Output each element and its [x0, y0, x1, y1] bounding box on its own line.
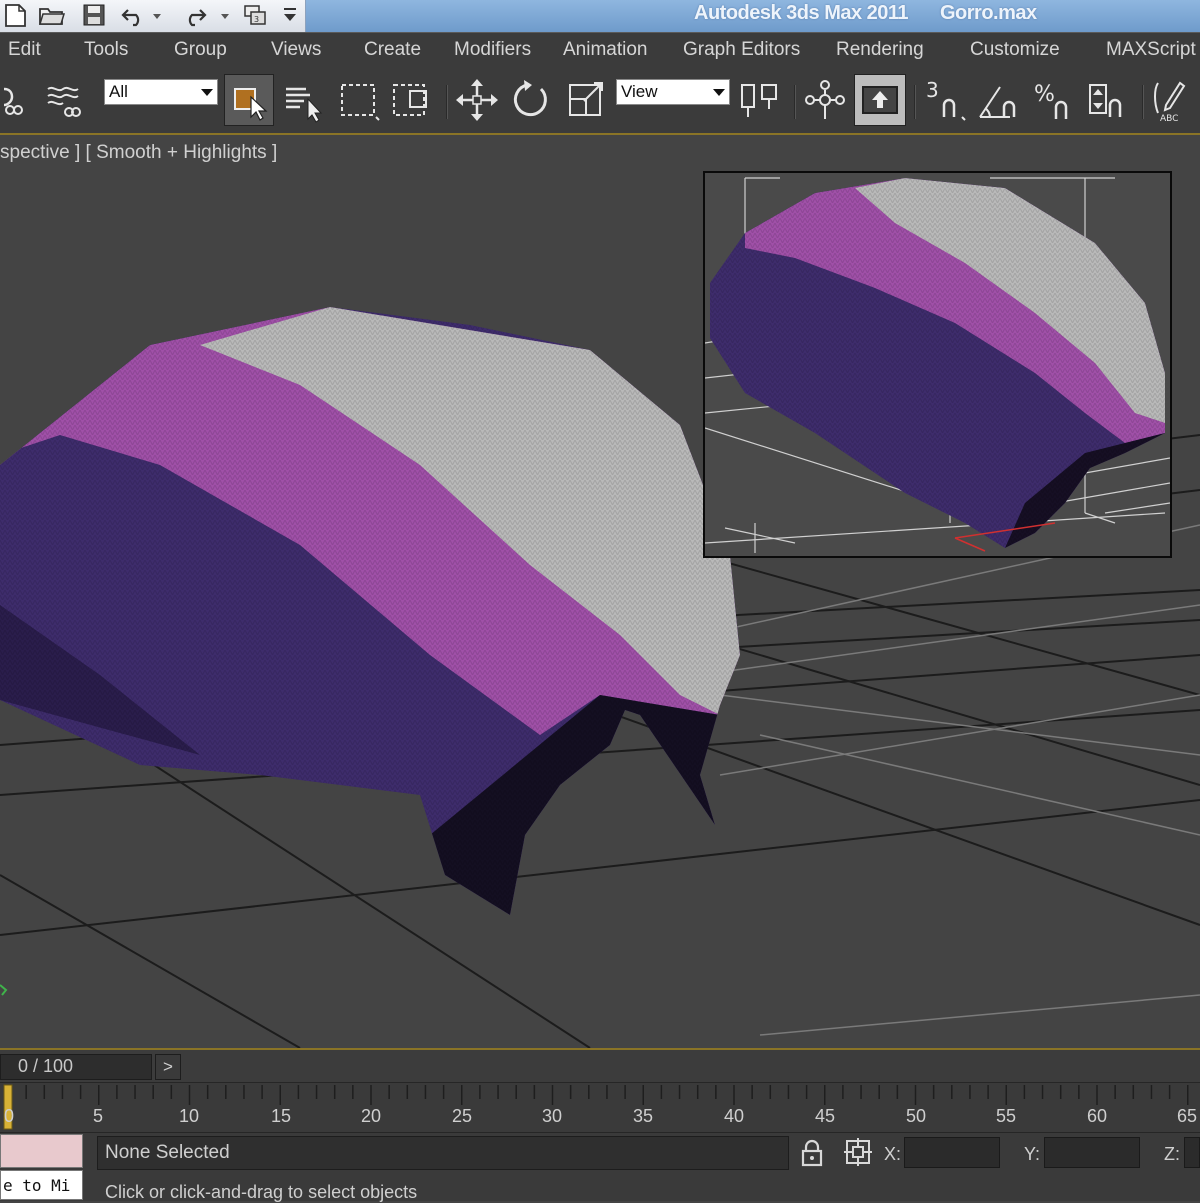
inset-scene	[705, 177, 1170, 553]
keyboard-shortcut-icon	[862, 86, 898, 114]
svg-text:%: %	[1034, 82, 1055, 107]
project-icon[interactable]: 3	[242, 2, 270, 28]
window-crossing-icon[interactable]	[390, 77, 436, 123]
undo-dropdown-icon[interactable]	[150, 2, 164, 28]
title-bar: 3 Autodesk 3ds Max 2011 Gorro.max	[0, 0, 1200, 32]
tick-label: 20	[361, 1106, 382, 1126]
reference-coordinate-dropdown[interactable]: View	[616, 79, 730, 105]
menu-maxscript[interactable]: MAXScript	[1106, 39, 1196, 61]
menu-views[interactable]: Views	[271, 39, 321, 61]
z-coordinate-field[interactable]	[1184, 1137, 1200, 1168]
redo-icon[interactable]	[180, 2, 208, 28]
pivot-icon[interactable]	[738, 77, 784, 123]
quick-access-menu-icon[interactable]	[280, 2, 300, 28]
menu-group[interactable]: Group	[174, 39, 227, 61]
absolute-mode-icon[interactable]	[842, 1136, 874, 1168]
snap-3d-icon[interactable]: 3	[922, 77, 968, 123]
inset-preview-viewport[interactable]	[703, 171, 1172, 558]
redo-dropdown-icon[interactable]	[218, 2, 232, 28]
tick-label: 30	[542, 1106, 563, 1126]
chevron-down-icon	[713, 89, 725, 96]
svg-text:3: 3	[254, 15, 259, 24]
x-coordinate-field[interactable]	[904, 1137, 1000, 1168]
open-icon[interactable]	[38, 2, 66, 28]
tick-label: 40	[724, 1106, 745, 1126]
main-toolbar: All View 3 % ABC	[0, 69, 1200, 135]
tick-label: 25	[452, 1106, 473, 1126]
manipulate-icon[interactable]	[802, 77, 848, 123]
menu-graph-editors[interactable]: Graph Editors	[683, 39, 800, 61]
menu-rendering[interactable]: Rendering	[836, 39, 924, 61]
unlink-icon[interactable]	[42, 77, 88, 123]
tick-label: 10	[179, 1106, 200, 1126]
next-frame-button[interactable]: >	[155, 1054, 181, 1080]
move-icon[interactable]	[454, 77, 500, 123]
reference-coordinate-value: View	[621, 82, 658, 101]
menu-edit[interactable]: Edit	[8, 39, 41, 61]
selection-filter-value: All	[109, 82, 128, 101]
tick-label: 35	[633, 1106, 654, 1126]
new-icon[interactable]	[2, 2, 30, 28]
selection-status-text: None Selected	[105, 1142, 230, 1163]
maxscript-mini-listener[interactable]: e to Mi	[0, 1170, 83, 1200]
toolbar-separator	[446, 85, 448, 119]
menu-modifiers[interactable]: Modifiers	[454, 39, 531, 61]
tick-label: 0	[4, 1106, 15, 1126]
x-coordinate-label: X:	[884, 1144, 902, 1164]
tick-label: 15	[271, 1106, 292, 1126]
snap-3d-label: 3	[926, 78, 939, 102]
z-coordinate-label: Z:	[1164, 1144, 1180, 1164]
tick-label: 55	[996, 1106, 1017, 1126]
named-selection-icon[interactable]: ABC	[1150, 77, 1196, 123]
scale-icon[interactable]	[564, 77, 610, 123]
undo-icon[interactable]	[120, 2, 148, 28]
file-name: Gorro.max	[940, 2, 1037, 24]
menu-tools[interactable]: Tools	[84, 39, 128, 61]
chevron-down-icon	[201, 89, 213, 96]
tick-label: 45	[815, 1106, 836, 1126]
select-by-name-icon[interactable]	[280, 77, 326, 123]
menu-animation[interactable]: Animation	[563, 39, 648, 61]
lock-icon[interactable]	[798, 1138, 826, 1168]
menu-customize[interactable]: Customize	[970, 39, 1060, 61]
spinner-snap-icon[interactable]	[1086, 77, 1132, 123]
toolbar-separator	[794, 85, 796, 119]
angle-snap-icon[interactable]	[976, 77, 1022, 123]
frame-counter: 0 / 100	[18, 1056, 74, 1076]
tick-label: 5	[93, 1106, 104, 1126]
selection-filter-dropdown[interactable]: All	[104, 79, 218, 105]
svg-text:ABC: ABC	[1160, 114, 1178, 123]
inset-hat-model	[710, 178, 1165, 548]
viewport-label[interactable]: spective ] [ Smooth + Highlights ]	[0, 142, 277, 164]
rect-region-icon[interactable]	[336, 77, 382, 123]
tick-label: 60	[1087, 1106, 1108, 1126]
link-icon[interactable]	[0, 77, 40, 123]
tick-label: 65	[1177, 1106, 1198, 1126]
toolbar-separator	[914, 85, 916, 119]
select-object-icon	[234, 88, 268, 121]
save-icon[interactable]	[80, 2, 108, 28]
keyboard-shortcut-toggle[interactable]	[854, 74, 906, 126]
percent-snap-icon[interactable]: %	[1032, 77, 1078, 123]
menu-bar: Edit Tools Group Views Create Modifiers …	[0, 32, 1200, 70]
select-object-button[interactable]	[224, 74, 274, 126]
y-coordinate-field[interactable]	[1044, 1137, 1140, 1168]
menu-create[interactable]: Create	[364, 39, 421, 61]
y-coordinate-label: Y:	[1024, 1144, 1041, 1164]
app-title: Autodesk 3ds Max 2011	[694, 2, 909, 24]
quick-access-toolbar: 3	[0, 0, 306, 32]
toolbar-separator	[1142, 85, 1144, 119]
maxscript-listener-output[interactable]	[0, 1134, 83, 1168]
hat-model[interactable]	[0, 295, 760, 935]
rotate-icon[interactable]	[508, 77, 554, 123]
axis-tripod-icon	[0, 984, 8, 996]
tick-label: 50	[906, 1106, 927, 1126]
